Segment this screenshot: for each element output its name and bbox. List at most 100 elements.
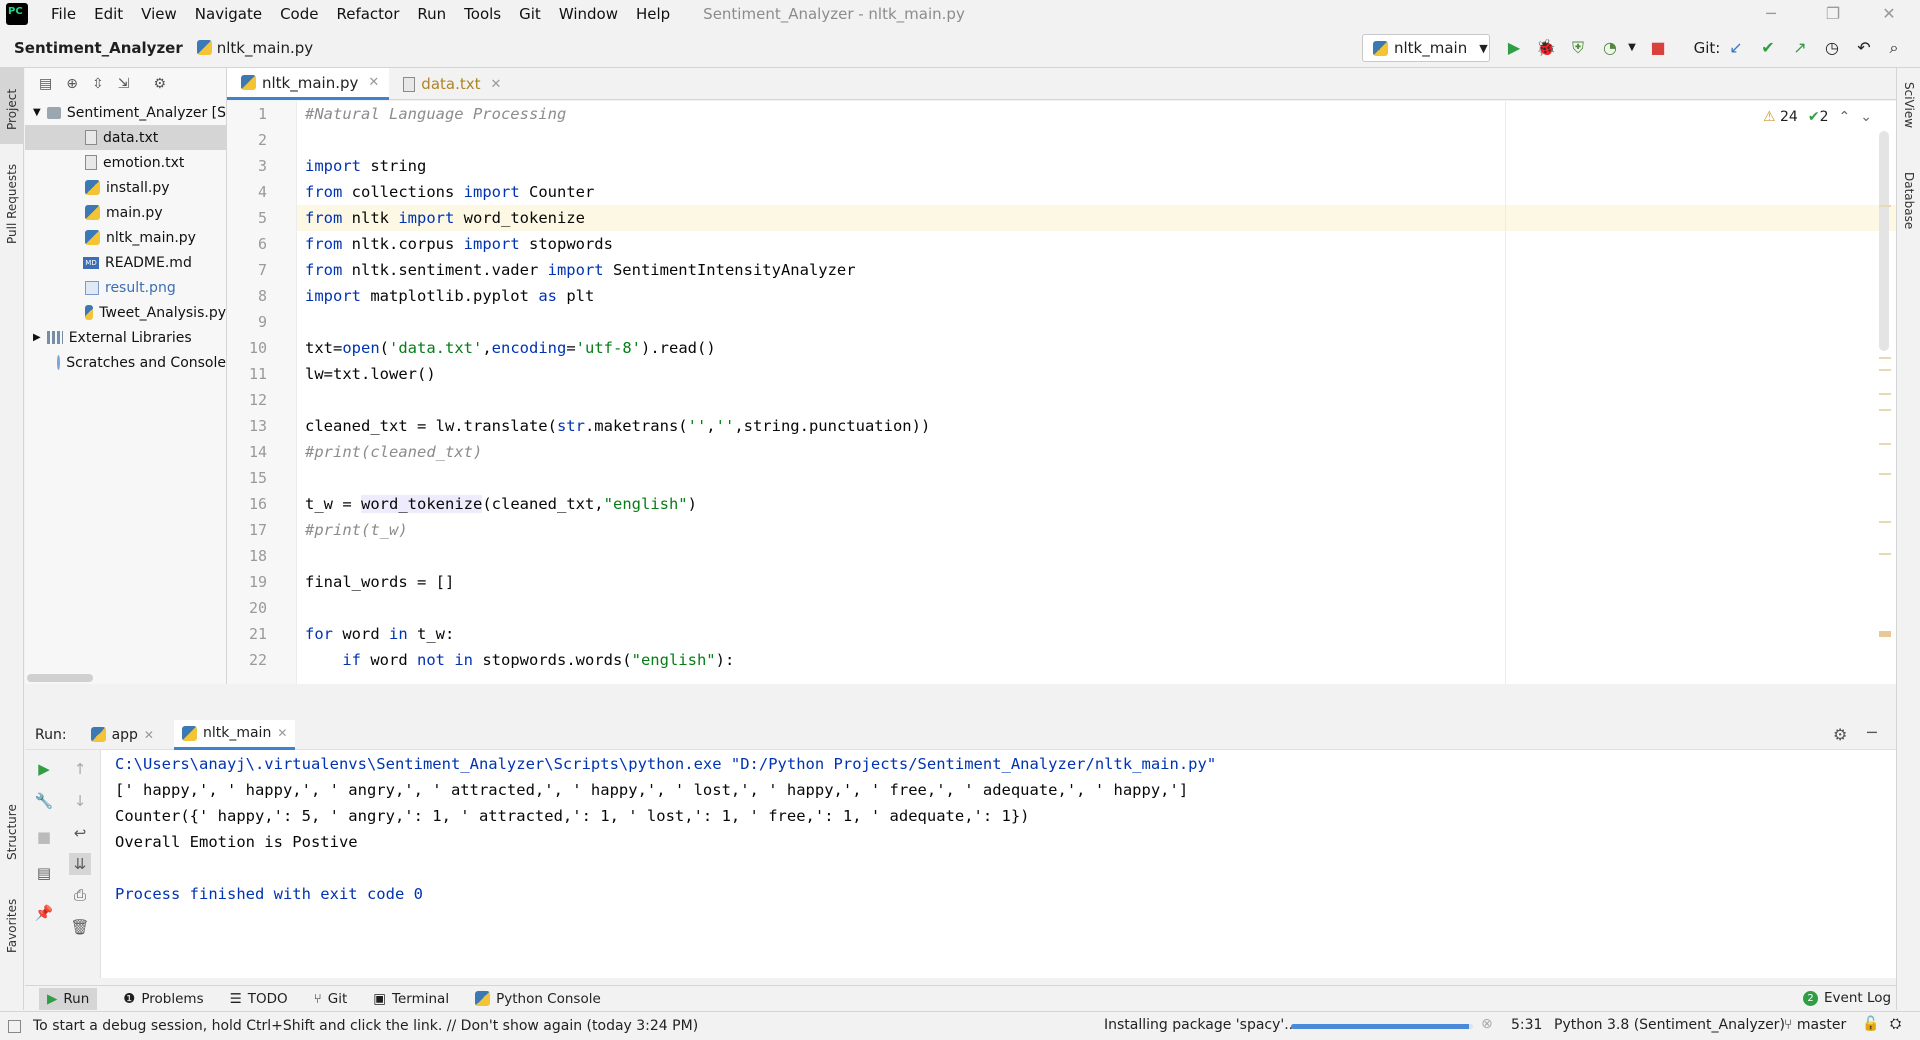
- background-task-label[interactable]: Installing package 'spacy'...: [1104, 1017, 1298, 1033]
- run-icon[interactable]: ▶: [1504, 38, 1524, 58]
- minimize-icon[interactable]: ─: [1748, 0, 1794, 28]
- tree-scratches[interactable]: Scratches and Console: [25, 350, 226, 375]
- favorites-tool-button[interactable]: Favorites: [5, 899, 19, 953]
- breadcrumb-project[interactable]: Sentiment_Analyzer: [14, 39, 183, 57]
- menu-git[interactable]: Git: [510, 5, 550, 23]
- tree-file-tweet-analysis-py[interactable]: Tweet_Analysis.py: [25, 300, 226, 325]
- tool-python-console[interactable]: Python Console: [475, 991, 601, 1007]
- lock-icon[interactable]: 🔓: [1862, 1016, 1879, 1032]
- code-line: #print(t_w): [305, 521, 408, 539]
- menu-file[interactable]: File: [42, 5, 85, 23]
- profile-icon[interactable]: ◔: [1600, 38, 1620, 58]
- menu-tools[interactable]: Tools: [455, 5, 510, 23]
- tree-root[interactable]: ▼ Sentiment_Analyzer [S: [25, 100, 226, 125]
- coverage-icon[interactable]: ⛨: [1568, 38, 1588, 58]
- gear-icon[interactable]: ⚙: [153, 76, 166, 92]
- rollback-icon[interactable]: ↶: [1854, 38, 1874, 58]
- locate-icon[interactable]: ⊕: [66, 76, 78, 92]
- tree-file-emotion-txt[interactable]: emotion.txt: [25, 150, 226, 175]
- menu-edit[interactable]: Edit: [85, 5, 132, 23]
- stop-icon[interactable]: ■: [1648, 38, 1668, 58]
- chevron-up-icon[interactable]: ⌃: [1839, 109, 1851, 125]
- sciview-tool-button[interactable]: SciView: [1902, 82, 1916, 128]
- soft-wrap-icon[interactable]: ↩: [69, 822, 91, 844]
- project-view-icon[interactable]: ▤: [39, 76, 52, 92]
- menu-refactor[interactable]: Refactor: [327, 5, 408, 23]
- menu-view[interactable]: View: [132, 5, 186, 23]
- rerun-icon[interactable]: ▶: [33, 758, 55, 780]
- project-tool-button[interactable]: Project: [5, 89, 19, 130]
- tree-file-label: main.py: [106, 204, 163, 221]
- tool-terminal[interactable]: ▣ Terminal: [373, 991, 449, 1007]
- caret-position[interactable]: 5:31: [1511, 1017, 1542, 1033]
- arrow-down-icon[interactable]: ↓: [69, 790, 91, 812]
- chevron-down-icon[interactable]: ⌄: [1860, 109, 1872, 125]
- menu-code[interactable]: Code: [271, 5, 327, 23]
- run-tab-nltk-main[interactable]: nltk_main ✕: [173, 719, 296, 750]
- git-push-icon[interactable]: ↗: [1790, 38, 1810, 58]
- database-tool-button[interactable]: Database: [1902, 172, 1916, 229]
- tool-git[interactable]: ⑂ Git: [314, 991, 348, 1007]
- close-tab-icon[interactable]: ✕: [368, 75, 379, 90]
- weak-warning-count[interactable]: ✔2: [1808, 109, 1829, 125]
- close-tab-icon[interactable]: ✕: [491, 77, 502, 92]
- horizontal-scrollbar[interactable]: [27, 674, 93, 682]
- tree-file-result-png[interactable]: result.png: [25, 275, 226, 300]
- pull-requests-tool-button[interactable]: Pull Requests: [5, 164, 19, 244]
- tree-file-main-py[interactable]: main.py: [25, 200, 226, 225]
- hide-panel-icon[interactable]: ─: [1867, 723, 1877, 742]
- tab-nltk-main-py[interactable]: nltk_main.py ✕: [227, 68, 390, 100]
- tree-file-data-txt[interactable]: data.txt: [25, 125, 226, 150]
- vertical-scrollbar[interactable]: [1879, 131, 1889, 351]
- expand-all-icon[interactable]: ⇳: [92, 76, 104, 92]
- tree-file-readme-md[interactable]: MD README.md: [25, 250, 226, 275]
- close-icon[interactable]: ✕: [1866, 0, 1912, 28]
- layout-icon[interactable]: ▤: [33, 862, 55, 884]
- structure-tool-button[interactable]: Structure: [5, 804, 19, 860]
- collapse-all-icon[interactable]: ⇲: [118, 76, 130, 92]
- search-icon[interactable]: ⌕: [1884, 38, 1904, 58]
- close-tab-icon[interactable]: ✕: [277, 726, 287, 740]
- arrow-up-icon[interactable]: ↑: [69, 758, 91, 780]
- menu-help[interactable]: Help: [627, 5, 679, 23]
- run-tab-app[interactable]: app ✕: [90, 727, 154, 743]
- python-interpreter[interactable]: Python 3.8 (Sentiment_Analyzer): [1554, 1017, 1785, 1033]
- scroll-to-end-icon[interactable]: ⇊: [69, 853, 91, 875]
- cancel-task-icon[interactable]: ⊗: [1481, 1016, 1493, 1032]
- git-commit-icon[interactable]: ✔: [1758, 38, 1778, 58]
- run-console[interactable]: ▶ ↑ 🔧 ↓ ■ ↩ ⇊ ▤ ⎙ 📌 🗑 C:\Users\anayj\.vi…: [25, 750, 1896, 978]
- tool-todo[interactable]: ☰ TODO: [230, 991, 288, 1007]
- tab-data-txt[interactable]: data.txt ✕: [389, 68, 511, 100]
- wrench-icon[interactable]: 🔧: [33, 790, 55, 812]
- status-message[interactable]: To start a debug session, hold Ctrl+Shif…: [33, 1018, 698, 1034]
- tree-file-install-py[interactable]: install.py: [25, 175, 226, 200]
- stop-icon[interactable]: ■: [33, 826, 55, 848]
- warning-count[interactable]: ⚠ 24: [1763, 109, 1798, 125]
- menu-window[interactable]: Window: [550, 5, 627, 23]
- git-update-icon[interactable]: ↙: [1726, 38, 1746, 58]
- git-branch[interactable]: ⑂ master: [1784, 1017, 1846, 1033]
- restore-icon[interactable]: ❐: [1810, 0, 1856, 28]
- trash-icon[interactable]: 🗑: [69, 916, 91, 938]
- tool-problems[interactable]: ❶ Problems: [123, 991, 203, 1007]
- gear-icon[interactable]: ⚙: [1833, 725, 1847, 744]
- tree-file-nltk-main-py[interactable]: nltk_main.py: [25, 225, 226, 250]
- code-editor[interactable]: 1 2 3 4 5 6 7 8 9 10 11 12 13 14 15 16 1…: [227, 101, 1896, 684]
- print-icon[interactable]: ⎙: [69, 884, 91, 906]
- more-run-chevron-icon[interactable]: ▼: [1622, 38, 1642, 58]
- debug-icon[interactable]: 🐞: [1536, 38, 1556, 58]
- event-log[interactable]: 2 Event Log: [1803, 990, 1891, 1006]
- tree-external-libraries[interactable]: ▶ External Libraries: [25, 325, 226, 350]
- breadcrumb-file[interactable]: nltk_main.py: [196, 39, 313, 57]
- tool-run[interactable]: ▶ Run: [39, 987, 98, 1010]
- history-icon[interactable]: ◷: [1822, 38, 1842, 58]
- close-tab-icon[interactable]: ✕: [144, 728, 154, 742]
- pin-icon[interactable]: 📌: [33, 902, 55, 924]
- memory-indicator-icon[interactable]: ⛭: [1890, 1016, 1901, 1032]
- git-branch-icon: ⑂: [313, 990, 322, 1007]
- run-configuration-select[interactable]: nltk_main ▼: [1362, 34, 1490, 62]
- menu-navigate[interactable]: Navigate: [186, 5, 271, 23]
- menu-run[interactable]: Run: [408, 5, 455, 23]
- inspection-widget[interactable]: ⚠ 24 ✔2 ⌃ ⌄: [1763, 109, 1872, 125]
- tool-windows-toggle-icon[interactable]: [8, 1019, 21, 1033]
